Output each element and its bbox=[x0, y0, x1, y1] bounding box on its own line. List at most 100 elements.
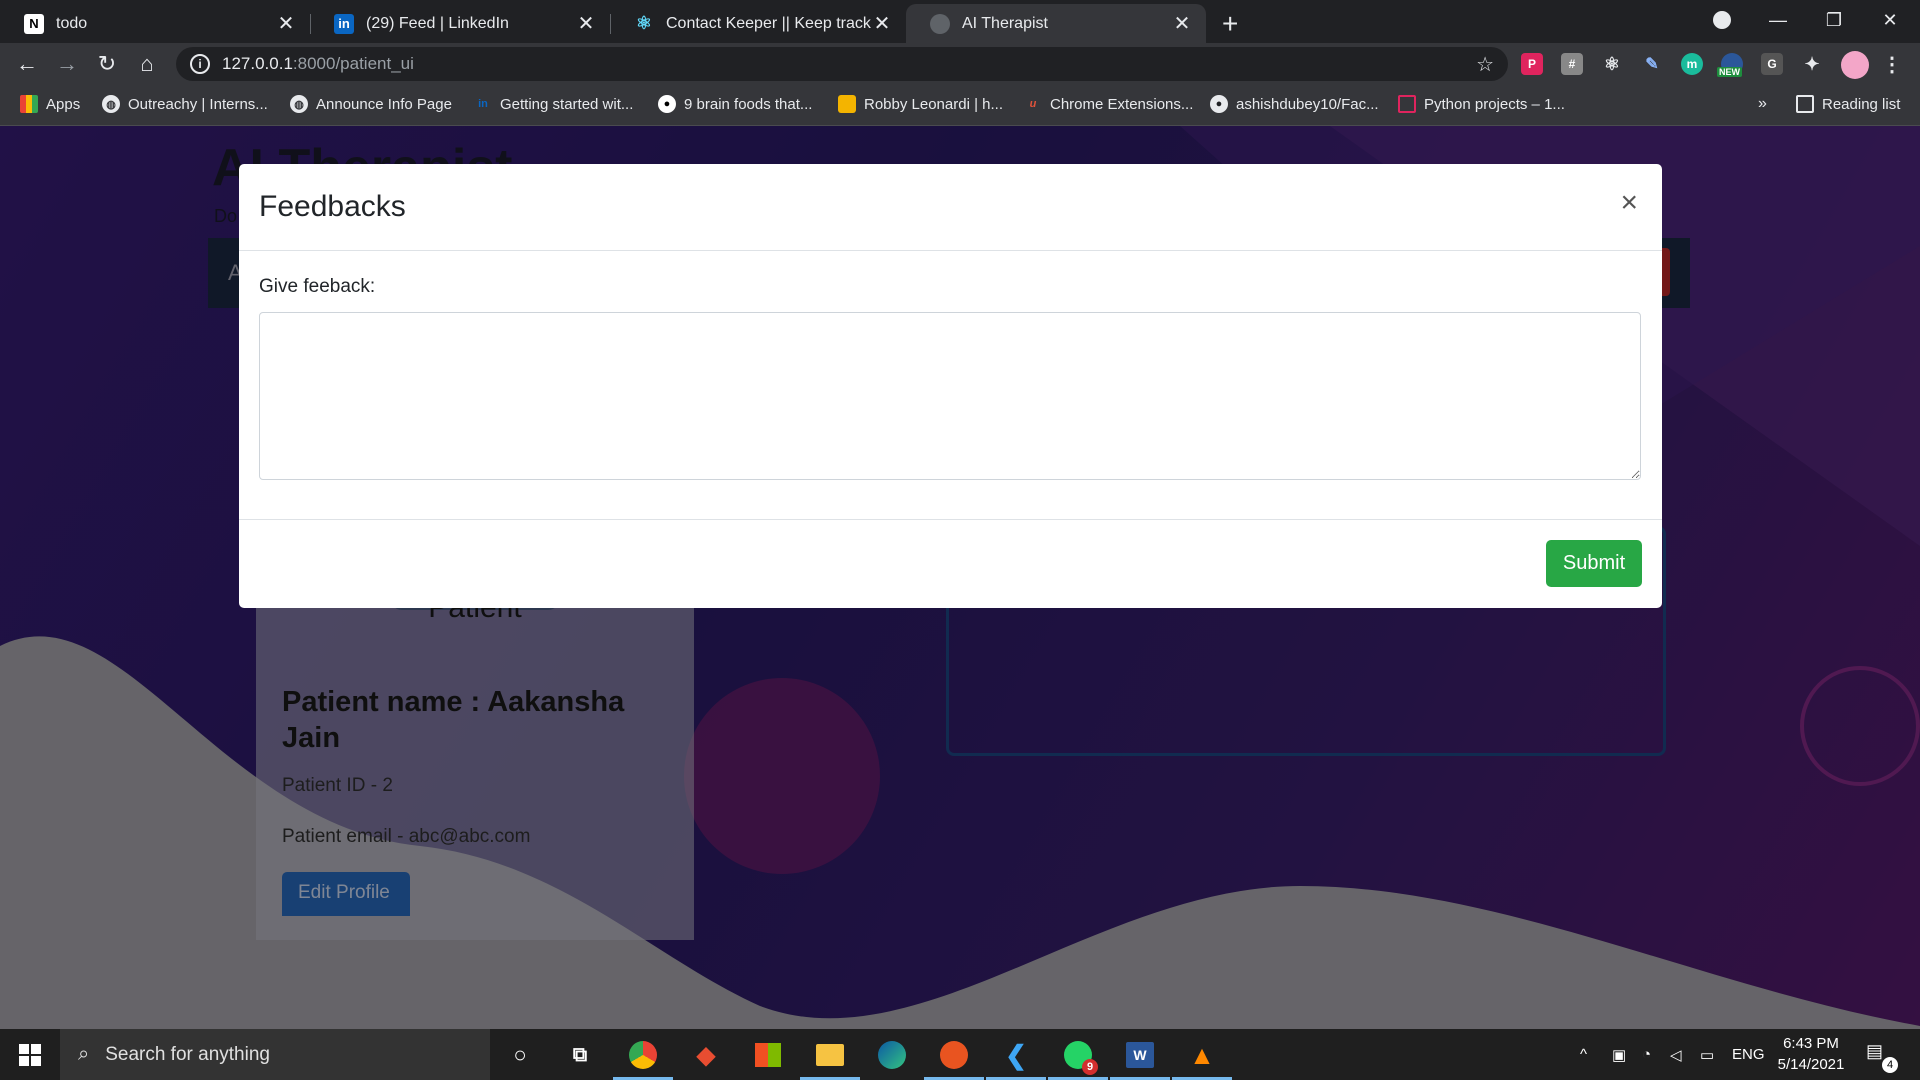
reading-list-button[interactable]: Reading list bbox=[1796, 95, 1900, 113]
taskbar-search[interactable]: ⌕ Search for anything bbox=[60, 1029, 490, 1080]
bookmark-outreachy[interactable]: ◍ Outreachy | Interns... bbox=[102, 95, 268, 113]
feedback-modal: Feedbacks × Give feeback: Submit bbox=[239, 164, 1662, 608]
reading-list-label: Reading list bbox=[1822, 95, 1901, 113]
word-icon[interactable]: W bbox=[1120, 1035, 1160, 1075]
puzzle-extensions-icon[interactable]: ✦ bbox=[1801, 53, 1823, 75]
back-icon[interactable]: ← bbox=[14, 51, 40, 77]
tab-search-icon[interactable] bbox=[1694, 0, 1750, 40]
new-tab-icon[interactable]: + bbox=[1222, 8, 1238, 40]
new-extension-icon[interactable]: NEW bbox=[1717, 53, 1743, 77]
bookmark-label: Robby Leonardi | h... bbox=[864, 95, 1003, 113]
bookmark-brain-foods[interactable]: ● 9 brain foods that... bbox=[658, 95, 812, 113]
notification-count: 4 bbox=[1882, 1057, 1898, 1073]
extension-icon[interactable]: # bbox=[1561, 53, 1583, 75]
reading-list-icon bbox=[1796, 95, 1814, 113]
clock-date: 5/14/2021 bbox=[1777, 1056, 1845, 1073]
bookmark-robby-leonardi[interactable]: Robby Leonardi | h... bbox=[838, 95, 1003, 113]
tab-linkedin[interactable]: in (29) Feed | LinkedIn ✕ bbox=[310, 4, 610, 43]
tab-close-icon[interactable]: ✕ bbox=[276, 11, 296, 36]
tab-close-icon[interactable]: ✕ bbox=[872, 11, 892, 36]
bookmark-label: Python projects – 1... bbox=[1424, 95, 1565, 113]
address-bar[interactable]: i 127.0.0.1 :8000/patient_ui ☆ bbox=[176, 47, 1508, 81]
tab-title: (29) Feed | LinkedIn bbox=[366, 14, 509, 32]
bookmark-label: Chrome Extensions... bbox=[1050, 95, 1194, 113]
site-info-icon[interactable]: i bbox=[190, 54, 210, 74]
tab-title: Contact Keeper || Keep track of y bbox=[666, 14, 872, 32]
modal-footer: Submit bbox=[239, 519, 1662, 608]
vlc-icon[interactable]: ▲ bbox=[1182, 1035, 1222, 1075]
search-icon: ⌕ bbox=[78, 1043, 90, 1065]
ubuntu-icon[interactable] bbox=[934, 1035, 974, 1075]
git-icon[interactable]: ◆ bbox=[686, 1035, 726, 1075]
bookmark-github[interactable]: ● ashishdubey10/Fac... bbox=[1210, 95, 1379, 113]
whatsapp-icon[interactable]: 9 bbox=[1058, 1035, 1098, 1075]
grammarly-icon[interactable]: G bbox=[1761, 53, 1783, 75]
close-window-icon[interactable]: ✕ bbox=[1862, 0, 1918, 40]
taskbar-search-placeholder: Search for anything bbox=[105, 1043, 270, 1065]
tab-close-icon[interactable]: ✕ bbox=[1172, 11, 1192, 36]
react-devtools-icon[interactable]: ⚛ bbox=[1601, 53, 1623, 75]
camera-icon[interactable]: ▣ bbox=[1612, 1029, 1626, 1080]
kebab-menu-icon[interactable]: ⋮ bbox=[1881, 53, 1903, 76]
volume-icon[interactable]: ◁ bbox=[1670, 1029, 1682, 1080]
language-indicator[interactable]: ENG bbox=[1732, 1029, 1765, 1080]
bookmark-chrome-extensions[interactable]: u Chrome Extensions... bbox=[1024, 95, 1194, 113]
close-icon[interactable]: × bbox=[1620, 186, 1638, 220]
new-badge: NEW bbox=[1717, 67, 1742, 77]
apps-grid-icon bbox=[20, 95, 38, 113]
bookmark-label: Apps bbox=[46, 95, 81, 113]
medium-icon: ● bbox=[658, 95, 676, 113]
tab-title: todo bbox=[56, 14, 88, 32]
notion-icon: N bbox=[24, 13, 44, 34]
m-extension-icon[interactable]: m bbox=[1681, 53, 1703, 75]
tab-close-icon[interactable]: ✕ bbox=[576, 11, 596, 36]
bookmarks-bar: Apps ◍ Outreachy | Interns... ◍ Announce… bbox=[0, 85, 1920, 126]
bookmark-label: Announce Info Page bbox=[316, 95, 452, 113]
tab-ai-therapist[interactable]: AI Therapist ✕ bbox=[906, 4, 1206, 43]
tab-todo[interactable]: N todo ✕ bbox=[0, 4, 310, 43]
pen-extension-icon[interactable]: ✎ bbox=[1641, 53, 1663, 75]
restore-icon[interactable]: ❐ bbox=[1806, 0, 1862, 40]
bookmark-announce-info[interactable]: ◍ Announce Info Page bbox=[290, 95, 452, 113]
wifi-icon[interactable]: ◔ bbox=[1642, 1029, 1651, 1080]
taskbar-clock[interactable]: 6:43 PM 5/14/2021 bbox=[1764, 1033, 1858, 1075]
battery-icon[interactable]: ▭ bbox=[1700, 1029, 1714, 1080]
bookmark-star-icon[interactable]: ☆ bbox=[1476, 52, 1494, 77]
bookmark-python-projects[interactable]: Python projects – 1... bbox=[1398, 95, 1565, 113]
modal-title: Feedbacks bbox=[259, 190, 406, 223]
profile-avatar[interactable] bbox=[1841, 51, 1869, 79]
bookmarks-overflow[interactable]: » bbox=[1758, 95, 1767, 113]
feedback-label: Give feeback: bbox=[259, 276, 376, 297]
minimize-icon[interactable]: — bbox=[1750, 0, 1806, 40]
vscode-icon[interactable]: ❮ bbox=[996, 1035, 1036, 1075]
windows-taskbar: ⌕ Search for anything ○ ⧉ ◆ ❮ 9 W ▲ ^ ▣ … bbox=[0, 1029, 1920, 1080]
windows-logo-icon bbox=[19, 1043, 41, 1066]
cortana-icon[interactable]: ○ bbox=[500, 1035, 540, 1075]
tab-title: AI Therapist bbox=[962, 14, 1048, 32]
modal-header: Feedbacks × bbox=[239, 164, 1662, 251]
submit-button[interactable]: Submit bbox=[1546, 540, 1642, 587]
pocket-extension-icon[interactable]: P bbox=[1521, 53, 1543, 75]
tab-contact-keeper[interactable]: ⚛ Contact Keeper || Keep track of y ✕ bbox=[610, 4, 906, 43]
feedback-textarea[interactable] bbox=[259, 312, 1641, 480]
globe-icon bbox=[930, 13, 950, 34]
bookmark-label: Getting started wit... bbox=[500, 95, 634, 113]
globe-icon: ◍ bbox=[102, 95, 120, 113]
show-hidden-icons[interactable]: ^ bbox=[1580, 1029, 1587, 1080]
globe-icon: ◍ bbox=[290, 95, 308, 113]
edge-icon[interactable] bbox=[872, 1035, 912, 1075]
github-icon: ● bbox=[1210, 95, 1228, 113]
reload-icon[interactable]: ↻ bbox=[94, 51, 120, 77]
linkedin-icon: in bbox=[478, 98, 488, 110]
start-button[interactable] bbox=[0, 1029, 60, 1080]
chrome-taskbar-icon[interactable] bbox=[623, 1035, 663, 1075]
store-icon[interactable] bbox=[748, 1035, 788, 1075]
bookmark-getting-started[interactable]: in Getting started wit... bbox=[474, 95, 633, 113]
file-explorer-icon[interactable] bbox=[810, 1035, 850, 1075]
slides-icon bbox=[1398, 95, 1416, 113]
bookmark-apps[interactable]: Apps bbox=[20, 95, 80, 113]
home-icon[interactable]: ⌂ bbox=[134, 51, 160, 77]
task-view-icon[interactable]: ⧉ bbox=[560, 1035, 600, 1075]
notification-center-icon[interactable]: ▤ 4 bbox=[1866, 1041, 1898, 1073]
forward-icon[interactable]: → bbox=[54, 51, 80, 77]
